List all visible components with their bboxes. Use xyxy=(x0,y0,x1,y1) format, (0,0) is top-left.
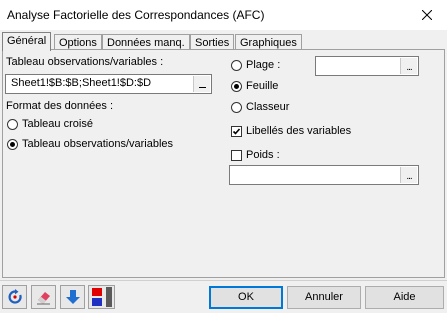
plage-picker-button[interactable]: ... xyxy=(400,58,417,74)
radio-tableau-croise-label: Tableau croisé xyxy=(22,118,93,130)
afc-dialog: Analyse Factorielle des Correspondances … xyxy=(0,0,447,313)
select-range-icon xyxy=(198,87,206,88)
checkmark-icon xyxy=(232,128,241,135)
radio-feuille-label: Feuille xyxy=(246,80,279,92)
radio-plage-label: Plage : xyxy=(246,59,281,71)
radio-classeur[interactable] xyxy=(231,102,242,113)
window-title: Analyse Factorielle des Correspondances … xyxy=(7,8,265,22)
checkbox-libelles-label: Libellés des variables xyxy=(246,125,352,137)
table-range-picker-button[interactable] xyxy=(193,76,210,92)
radio-classeur-label: Classeur xyxy=(246,101,290,113)
radio-plage[interactable] xyxy=(231,60,242,71)
checkbox-poids[interactable] xyxy=(231,150,242,161)
close-icon xyxy=(422,10,432,20)
close-button[interactable] xyxy=(407,0,447,30)
clear-button[interactable] xyxy=(31,285,56,309)
radio-tableau-observations-label: Tableau observations/variables xyxy=(22,138,174,150)
tab-general[interactable]: Général xyxy=(2,32,52,51)
reset-icon xyxy=(8,289,22,304)
eraser-icon xyxy=(36,292,50,305)
down-arrow-icon xyxy=(65,290,80,304)
radio-tableau-observations[interactable] xyxy=(7,139,18,150)
general-panel: Tableau observations/variables : Sheet1!… xyxy=(2,49,445,278)
radio-tableau-croise[interactable] xyxy=(7,119,18,130)
poids-input[interactable]: ... xyxy=(229,165,419,185)
table-range-value: Sheet1!$B:$B;Sheet1!$D:$D xyxy=(11,77,152,89)
table-range-input[interactable]: Sheet1!$B:$B;Sheet1!$D:$D xyxy=(5,74,212,94)
radio-feuille[interactable] xyxy=(231,81,242,92)
checkbox-libelles[interactable] xyxy=(231,126,242,137)
format-label: Format des données : xyxy=(6,100,114,112)
color-flag-icon xyxy=(91,287,112,307)
footer-separator xyxy=(0,280,447,281)
color-options-button[interactable] xyxy=(88,285,115,309)
move-down-button[interactable] xyxy=(60,285,85,309)
poids-picker-button[interactable]: ... xyxy=(400,167,417,183)
table-label: Tableau observations/variables : xyxy=(6,56,164,68)
ok-button[interactable]: OK xyxy=(209,286,283,309)
plage-input[interactable]: ... xyxy=(315,56,419,76)
ellipsis-icon: ... xyxy=(406,171,412,182)
help-button[interactable]: Aide xyxy=(365,286,444,309)
title-bar: Analyse Factorielle des Correspondances … xyxy=(0,0,447,30)
reset-button[interactable] xyxy=(2,285,27,309)
cancel-button[interactable]: Annuler xyxy=(287,286,361,309)
ellipsis-icon: ... xyxy=(406,62,412,73)
checkbox-poids-label: Poids : xyxy=(246,149,280,161)
